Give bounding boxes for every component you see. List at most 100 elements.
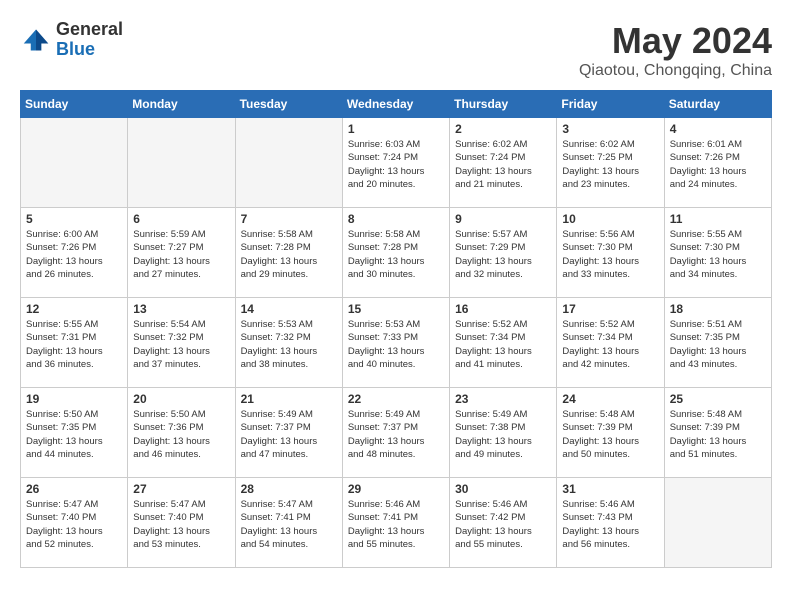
calendar-cell: 10 Sunrise: 5:56 AM Sunset: 7:30 PM Dayli…: [557, 208, 664, 298]
week-row-3: 12 Sunrise: 5:55 AM Sunset: 7:31 PM Dayli…: [21, 298, 772, 388]
day-header-saturday: Saturday: [664, 91, 771, 118]
day-number: 11: [670, 212, 766, 226]
calendar-cell: 18 Sunrise: 5:51 AM Sunset: 7:35 PM Dayli…: [664, 298, 771, 388]
logo: General Blue: [20, 20, 123, 60]
calendar-cell: [235, 118, 342, 208]
cell-info: Sunrise: 6:02 AM Sunset: 7:25 PM Dayligh…: [562, 138, 658, 191]
calendar-cell: 4Sunrise: 6:01 AM Sunset: 7:26 PM Daylig…: [664, 118, 771, 208]
cell-info: Sunrise: 5:56 AM Sunset: 7:30 PM Dayligh…: [562, 228, 658, 281]
calendar-cell: 13 Sunrise: 5:54 AM Sunset: 7:32 PM Dayli…: [128, 298, 235, 388]
cell-info: Sunrise: 5:58 AM Sunset: 7:28 PM Dayligh…: [241, 228, 337, 281]
cell-info: Sunrise: 5:47 AM Sunset: 7:40 PM Dayligh…: [133, 498, 229, 551]
day-number: 12: [26, 302, 122, 316]
day-number: 16: [455, 302, 551, 316]
day-header-tuesday: Tuesday: [235, 91, 342, 118]
cell-info: Sunrise: 6:01 AM Sunset: 7:26 PM Dayligh…: [670, 138, 766, 191]
day-number: 22: [348, 392, 444, 406]
cell-info: Sunrise: 5:55 AM Sunset: 7:31 PM Dayligh…: [26, 318, 122, 371]
calendar-cell: 25Sunrise: 5:48 AM Sunset: 7:39 PM Dayli…: [664, 388, 771, 478]
day-number: 15: [348, 302, 444, 316]
title-block: May 2024 Qiaotou, Chongqing, China: [579, 20, 772, 80]
day-number: 27: [133, 482, 229, 496]
logo-text: General Blue: [56, 20, 123, 60]
cell-info: Sunrise: 5:51 AM Sunset: 7:35 PM Dayligh…: [670, 318, 766, 371]
calendar-cell: 14 Sunrise: 5:53 AM Sunset: 7:32 PM Dayli…: [235, 298, 342, 388]
day-number: 6: [133, 212, 229, 226]
location: Qiaotou, Chongqing, China: [579, 62, 772, 80]
day-number: 13: [133, 302, 229, 316]
calendar-cell: 27 Sunrise: 5:47 AM Sunset: 7:40 PM Dayli…: [128, 478, 235, 568]
day-number: 14: [241, 302, 337, 316]
day-header-sunday: Sunday: [21, 91, 128, 118]
cell-info: Sunrise: 5:49 AM Sunset: 7:37 PM Dayligh…: [348, 408, 444, 461]
week-row-1: 1 Sunrise: 6:03 AM Sunset: 7:24 PM Daylig…: [21, 118, 772, 208]
calendar-cell: 31 Sunrise: 5:46 AM Sunset: 7:43 PM Dayli…: [557, 478, 664, 568]
calendar-cell: 26 Sunrise: 5:47 AM Sunset: 7:40 PM Dayli…: [21, 478, 128, 568]
cell-info: Sunrise: 5:46 AM Sunset: 7:42 PM Dayligh…: [455, 498, 551, 551]
cell-info: Sunrise: 5:47 AM Sunset: 7:40 PM Dayligh…: [26, 498, 122, 551]
cell-info: Sunrise: 5:53 AM Sunset: 7:33 PM Dayligh…: [348, 318, 444, 371]
calendar-cell: 9Sunrise: 5:57 AM Sunset: 7:29 PM Daylig…: [450, 208, 557, 298]
day-number: 10: [562, 212, 658, 226]
day-number: 3: [562, 122, 658, 136]
cell-info: Sunrise: 5:57 AM Sunset: 7:29 PM Dayligh…: [455, 228, 551, 281]
calendar-table: SundayMondayTuesdayWednesdayThursdayFrid…: [20, 90, 772, 568]
month-title: May 2024: [579, 20, 772, 62]
cell-info: Sunrise: 6:02 AM Sunset: 7:24 PM Dayligh…: [455, 138, 551, 191]
cell-info: Sunrise: 5:53 AM Sunset: 7:32 PM Dayligh…: [241, 318, 337, 371]
cell-info: Sunrise: 5:46 AM Sunset: 7:43 PM Dayligh…: [562, 498, 658, 551]
cell-info: Sunrise: 5:54 AM Sunset: 7:32 PM Dayligh…: [133, 318, 229, 371]
cell-info: Sunrise: 5:58 AM Sunset: 7:28 PM Dayligh…: [348, 228, 444, 281]
day-number: 1: [348, 122, 444, 136]
day-number: 30: [455, 482, 551, 496]
cell-info: Sunrise: 6:03 AM Sunset: 7:24 PM Dayligh…: [348, 138, 444, 191]
day-header-monday: Monday: [128, 91, 235, 118]
day-number: 5: [26, 212, 122, 226]
day-number: 17: [562, 302, 658, 316]
week-row-4: 19 Sunrise: 5:50 AM Sunset: 7:35 PM Dayli…: [21, 388, 772, 478]
day-number: 7: [241, 212, 337, 226]
calendar-cell: 17Sunrise: 5:52 AM Sunset: 7:34 PM Dayli…: [557, 298, 664, 388]
calendar-cell: 7 Sunrise: 5:58 AM Sunset: 7:28 PM Daylig…: [235, 208, 342, 298]
day-number: 19: [26, 392, 122, 406]
calendar-cell: 11 Sunrise: 5:55 AM Sunset: 7:30 PM Dayli…: [664, 208, 771, 298]
week-row-2: 5 Sunrise: 6:00 AM Sunset: 7:26 PM Daylig…: [21, 208, 772, 298]
day-number: 26: [26, 482, 122, 496]
cell-info: Sunrise: 5:50 AM Sunset: 7:35 PM Dayligh…: [26, 408, 122, 461]
calendar-cell: 28Sunrise: 5:47 AM Sunset: 7:41 PM Dayli…: [235, 478, 342, 568]
calendar-cell: [128, 118, 235, 208]
calendar-cell: 24Sunrise: 5:48 AM Sunset: 7:39 PM Dayli…: [557, 388, 664, 478]
calendar-cell: 20 Sunrise: 5:50 AM Sunset: 7:36 PM Dayli…: [128, 388, 235, 478]
day-number: 23: [455, 392, 551, 406]
cell-info: Sunrise: 5:46 AM Sunset: 7:41 PM Dayligh…: [348, 498, 444, 551]
cell-info: Sunrise: 5:48 AM Sunset: 7:39 PM Dayligh…: [670, 408, 766, 461]
cell-info: Sunrise: 5:50 AM Sunset: 7:36 PM Dayligh…: [133, 408, 229, 461]
day-number: 8: [348, 212, 444, 226]
day-number: 31: [562, 482, 658, 496]
day-number: 21: [241, 392, 337, 406]
cell-info: Sunrise: 6:00 AM Sunset: 7:26 PM Dayligh…: [26, 228, 122, 281]
cell-info: Sunrise: 5:52 AM Sunset: 7:34 PM Dayligh…: [455, 318, 551, 371]
calendar-cell: 21Sunrise: 5:49 AM Sunset: 7:37 PM Dayli…: [235, 388, 342, 478]
cell-info: Sunrise: 5:55 AM Sunset: 7:30 PM Dayligh…: [670, 228, 766, 281]
day-number: 2: [455, 122, 551, 136]
cell-info: Sunrise: 5:48 AM Sunset: 7:39 PM Dayligh…: [562, 408, 658, 461]
calendar-cell: 8 Sunrise: 5:58 AM Sunset: 7:28 PM Daylig…: [342, 208, 449, 298]
calendar-cell: 23Sunrise: 5:49 AM Sunset: 7:38 PM Dayli…: [450, 388, 557, 478]
day-header-thursday: Thursday: [450, 91, 557, 118]
day-header-friday: Friday: [557, 91, 664, 118]
calendar-cell: 19 Sunrise: 5:50 AM Sunset: 7:35 PM Dayli…: [21, 388, 128, 478]
day-number: 20: [133, 392, 229, 406]
calendar-cell: 2 Sunrise: 6:02 AM Sunset: 7:24 PM Daylig…: [450, 118, 557, 208]
day-header-wednesday: Wednesday: [342, 91, 449, 118]
week-row-5: 26 Sunrise: 5:47 AM Sunset: 7:40 PM Dayli…: [21, 478, 772, 568]
calendar-cell: 15 Sunrise: 5:53 AM Sunset: 7:33 PM Dayli…: [342, 298, 449, 388]
calendar-cell: 6Sunrise: 5:59 AM Sunset: 7:27 PM Daylig…: [128, 208, 235, 298]
day-number: 18: [670, 302, 766, 316]
cell-info: Sunrise: 5:47 AM Sunset: 7:41 PM Dayligh…: [241, 498, 337, 551]
calendar-cell: 16 Sunrise: 5:52 AM Sunset: 7:34 PM Dayli…: [450, 298, 557, 388]
calendar-cell: 1 Sunrise: 6:03 AM Sunset: 7:24 PM Daylig…: [342, 118, 449, 208]
day-number: 29: [348, 482, 444, 496]
calendar-cell: 29 Sunrise: 5:46 AM Sunset: 7:41 PM Dayli…: [342, 478, 449, 568]
page-header: General Blue May 2024 Qiaotou, Chongqing…: [20, 20, 772, 80]
